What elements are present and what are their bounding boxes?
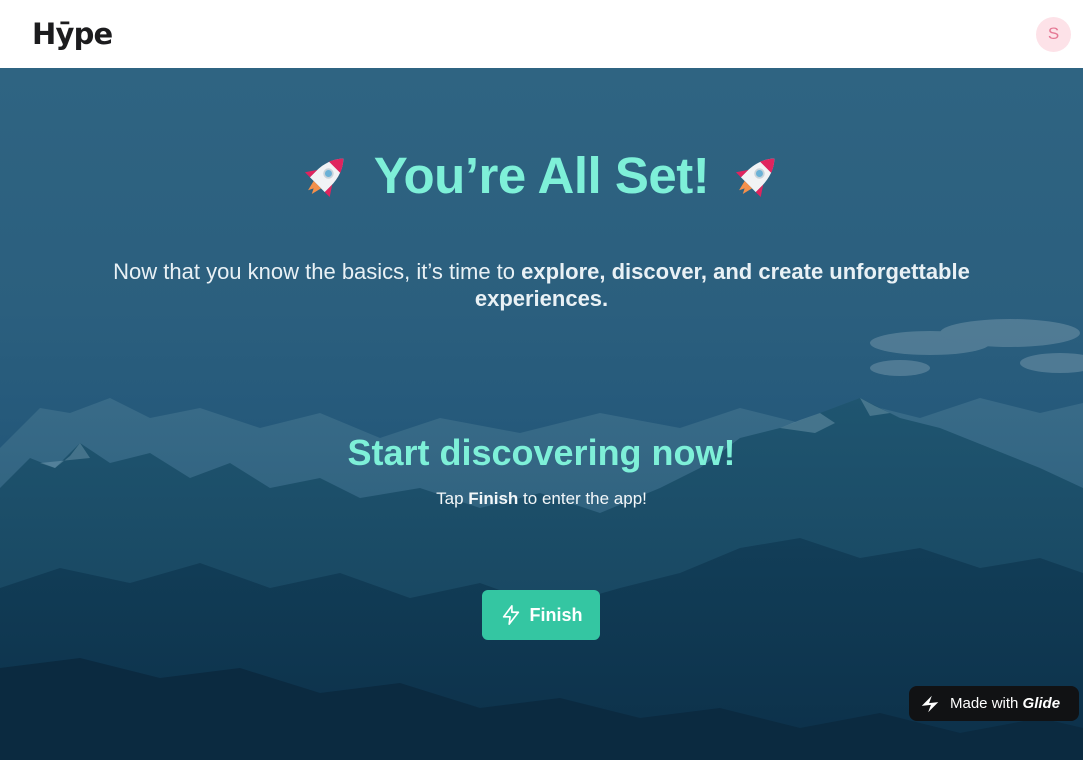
intro-text: Now that you know the basics, it’s time … xyxy=(90,258,993,312)
glide-logo-icon xyxy=(921,695,939,712)
hero-section: You’re All Set! Now that you know the ba… xyxy=(0,68,1083,760)
cta-bold: Finish xyxy=(468,489,519,508)
finish-button[interactable]: Finish xyxy=(482,590,600,640)
finish-button-label: Finish xyxy=(529,604,583,625)
cta-instruction: Tap Finish to enter the app! xyxy=(0,489,1083,509)
page-title: You’re All Set! xyxy=(0,146,1083,205)
lightning-bolt-icon xyxy=(502,605,519,625)
app-header: Hȳpe S xyxy=(0,0,1083,68)
intro-text-bold: explore, discover, and create unforgetta… xyxy=(474,259,970,311)
app-logo[interactable]: Hȳpe xyxy=(32,17,113,51)
badge-made-with: Made with xyxy=(950,695,1019,712)
cta-heading: Start discovering now! xyxy=(347,432,736,473)
rocket-icon xyxy=(304,158,344,197)
badge-text: Made with Glide xyxy=(950,695,1060,712)
badge-brand: Glide xyxy=(1022,695,1061,712)
title-text: You’re All Set! xyxy=(373,147,710,204)
cta-suffix: to enter the app! xyxy=(518,489,647,508)
rocket-icon xyxy=(736,158,775,197)
user-avatar[interactable]: S xyxy=(1036,16,1071,52)
made-with-glide-badge[interactable]: Made with Glide xyxy=(909,686,1079,721)
cta-prefix: Tap xyxy=(436,489,469,508)
intro-text-plain: Now that you know the basics, it’s time … xyxy=(113,259,522,284)
